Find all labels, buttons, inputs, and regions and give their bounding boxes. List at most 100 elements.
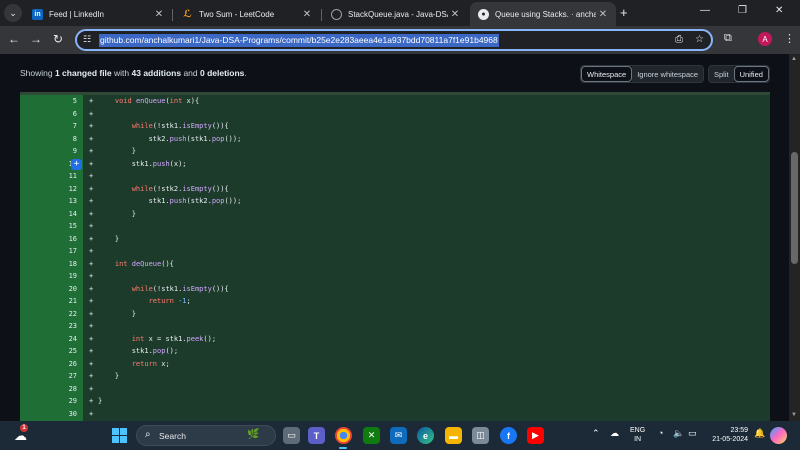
photos-icon[interactable]: ◫ [472, 427, 489, 444]
volume-icon[interactable]: 🔈 [673, 428, 684, 439]
line-number[interactable]: 22 [20, 308, 77, 321]
back-arrow-icon[interactable]: ← [6, 32, 22, 46]
line-number[interactable]: 6 [20, 108, 77, 121]
bookmark-star-icon[interactable]: ☆ [695, 34, 704, 45]
line-number[interactable]: 15 [20, 220, 77, 233]
addition-marker: + [89, 384, 94, 393]
copilot-icon[interactable] [770, 427, 787, 444]
line-number[interactable]: 21 [20, 295, 77, 308]
window-close-icon[interactable]: ✕ [775, 5, 783, 16]
addition-marker: + [89, 134, 94, 143]
edge-icon[interactable]: e [417, 427, 434, 444]
battery-icon[interactable]: ▭ [688, 428, 697, 439]
line-number[interactable]: 8 [20, 133, 77, 146]
summary-text: and [181, 68, 200, 78]
close-icon[interactable]: ✕ [300, 9, 314, 20]
diff-line: 20 + while(!stk1.isEmpty()){ [20, 283, 770, 296]
restore-icon[interactable]: ❐ [738, 5, 747, 16]
site-info-icon[interactable]: ☷ [83, 34, 91, 45]
line-number[interactable]: 14 [20, 208, 77, 221]
code-text: stk1.push(stk2.pop()); [98, 197, 242, 205]
diff-line: 14 + } [20, 208, 770, 221]
browser-tab-queue-using-stacks[interactable]: ● Queue using Stacks. · anchalkum ✕ [470, 2, 616, 26]
line-number[interactable]: 19 [20, 270, 77, 283]
page-scrollbar[interactable]: ▲ ▼ [789, 54, 800, 421]
browser-tab-leetcode[interactable]: ℒ Two Sum - LeetCode ✕ [174, 2, 320, 26]
line-number[interactable]: 12 [20, 183, 77, 196]
forward-arrow-icon[interactable]: → [28, 32, 44, 46]
line-number[interactable]: 13 [20, 195, 77, 208]
line-number[interactable]: 16 [20, 233, 77, 246]
add-comment-button[interactable]: + [71, 158, 82, 170]
notification-bell-icon[interactable]: 🔔 [754, 428, 765, 439]
profile-avatar[interactable]: A [758, 32, 772, 46]
chrome-icon[interactable] [335, 427, 352, 444]
cloud-icon[interactable]: ☁ [610, 428, 619, 439]
ignore-whitespace-button[interactable]: Ignore whitespace [632, 66, 704, 82]
address-bar[interactable]: ☷ github.com/anchalkumari1/Java-DSA-Prog… [75, 29, 713, 51]
language-indicator[interactable]: ENG IN [630, 426, 645, 444]
line-number[interactable]: 30 [20, 408, 77, 421]
diff-line: 13 + stk1.push(stk2.pop()); [20, 195, 770, 208]
install-app-icon[interactable]: ⎙ [675, 34, 683, 45]
line-number[interactable]: 28 [20, 383, 77, 396]
close-icon[interactable]: ✕ [448, 9, 462, 20]
system-clock[interactable]: 23:59 21-05-2024 [708, 426, 748, 444]
line-number[interactable]: 23 [20, 320, 77, 333]
line-number[interactable]: 25 [20, 345, 77, 358]
line-number[interactable]: 11 [20, 170, 77, 183]
tab-title: StackQueue.java - Java-DSA-Pr [348, 9, 448, 19]
code-text: stk1.pop(); [98, 347, 179, 355]
browser-tab-stackqueue[interactable]: StackQueue.java - Java-DSA-Pr ✕ [323, 2, 468, 26]
task-view-icon[interactable]: ▭ [283, 427, 300, 444]
url-text[interactable]: github.com/anchalkumari1/Java-DSA-Progra… [99, 34, 499, 47]
scroll-thumb[interactable] [791, 152, 798, 264]
wifi-icon[interactable]: ◔ [658, 428, 663, 438]
facebook-icon[interactable]: f [500, 427, 517, 444]
unified-view-button[interactable]: Unified [733, 66, 769, 82]
summary-text: Showing [20, 68, 55, 78]
reload-icon[interactable]: ↻ [50, 32, 66, 46]
youtube-icon[interactable]: ▶ [527, 427, 544, 444]
clock-time: 23:59 [730, 427, 748, 434]
diff-line: 10++ stk1.push(x); [20, 158, 770, 171]
show-hidden-icons-chevron-icon[interactable]: ⌃ [592, 428, 600, 439]
diff-line: 16 + } [20, 233, 770, 246]
line-number[interactable]: 26 [20, 358, 77, 371]
more-menu-icon[interactable]: ⋮ [784, 32, 795, 45]
close-icon[interactable]: ✕ [596, 9, 610, 20]
line-number[interactable]: 10 [20, 158, 77, 171]
line-number[interactable]: 5 [20, 95, 77, 108]
minimize-icon[interactable]: — [700, 5, 710, 16]
line-number[interactable]: 20 [20, 283, 77, 296]
line-number[interactable]: 18 [20, 258, 77, 271]
line-number[interactable]: 29 [20, 395, 77, 408]
start-button[interactable] [112, 428, 127, 443]
diff-view-toggle: Split Unified [708, 65, 770, 83]
extensions-icon[interactable]: ⧉ [724, 32, 732, 45]
addition-marker: + [89, 172, 94, 180]
whitespace-button[interactable]: Whitespace [581, 66, 633, 82]
file-explorer-icon[interactable]: ▬ [445, 427, 462, 444]
language-code: ENG [630, 427, 646, 434]
new-tab-icon[interactable]: + [620, 5, 628, 20]
diff-line: 26 + return x; [20, 358, 770, 371]
xbox-icon[interactable]: ✕ [363, 427, 380, 444]
diff-line: 23 + [20, 320, 770, 333]
split-view-button[interactable]: Split [709, 66, 734, 82]
taskbar-search[interactable]: ⌕ Search 🌿 [136, 425, 276, 446]
scroll-up-icon[interactable]: ▲ [791, 56, 797, 62]
line-number[interactable]: 24 [20, 333, 77, 346]
scroll-down-icon[interactable]: ▼ [791, 412, 797, 418]
teams-icon[interactable]: T [308, 427, 325, 444]
tab-divider [321, 9, 322, 21]
close-icon[interactable]: ✕ [152, 9, 166, 20]
line-number[interactable]: 7 [20, 120, 77, 133]
search-highlight-icon: 🌿 [247, 429, 260, 440]
mail-icon[interactable]: ✉ [390, 427, 407, 444]
line-number[interactable]: 9 [20, 145, 77, 158]
line-number[interactable]: 27 [20, 370, 77, 383]
browser-tab-linkedin[interactable]: in Feed | LinkedIn ✕ [24, 2, 172, 26]
line-number[interactable]: 17 [20, 245, 77, 258]
tab-search-chevron-icon[interactable]: ⌄ [4, 4, 22, 22]
